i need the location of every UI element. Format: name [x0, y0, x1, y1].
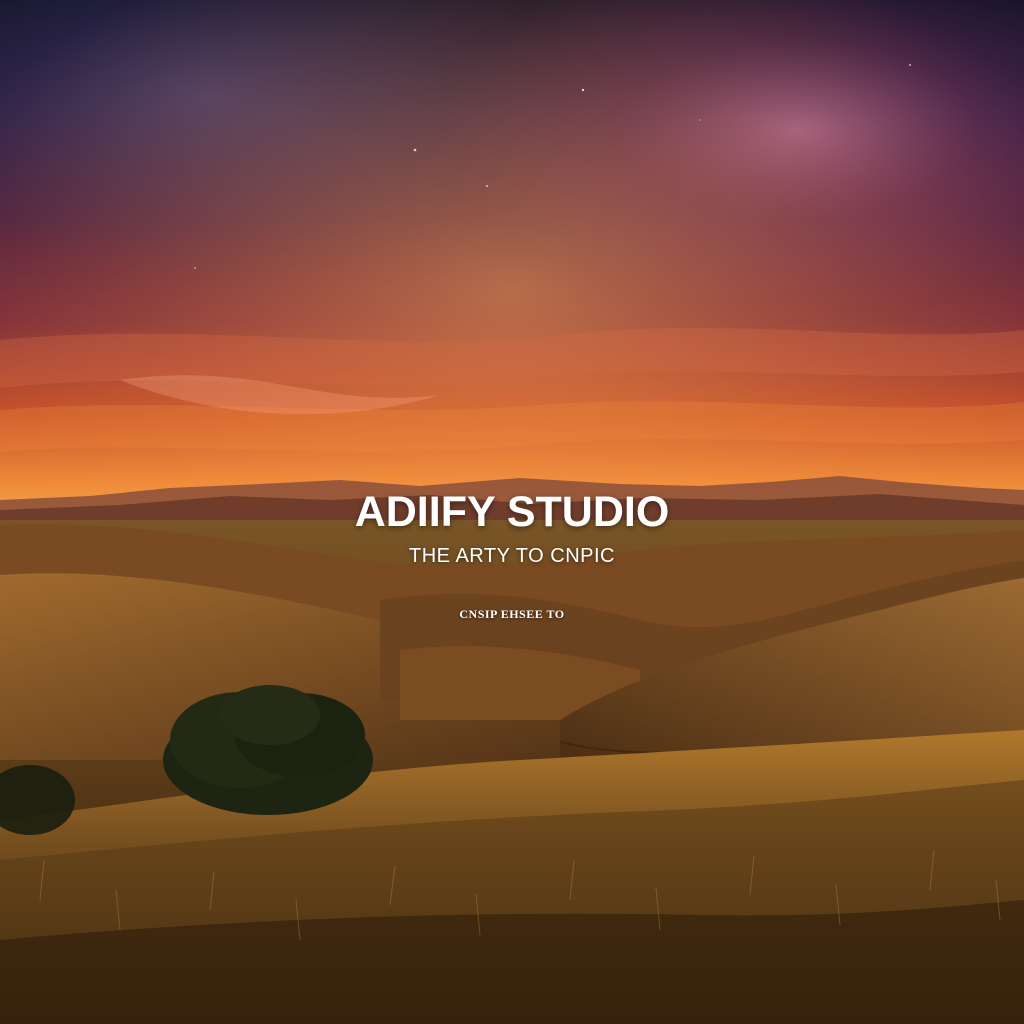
- brand-small-text: CNSIP EHSEE TO: [459, 607, 565, 621]
- brand-title: ADIIFY STUDIO: [354, 488, 670, 536]
- landscape-scene: ADIIFY STUDIO THE ARTY TO CNPIC CNSIP EH…: [0, 0, 1024, 1024]
- brand-tagline: THE ARTY TO CNPIC: [409, 545, 615, 567]
- tree: [163, 685, 373, 815]
